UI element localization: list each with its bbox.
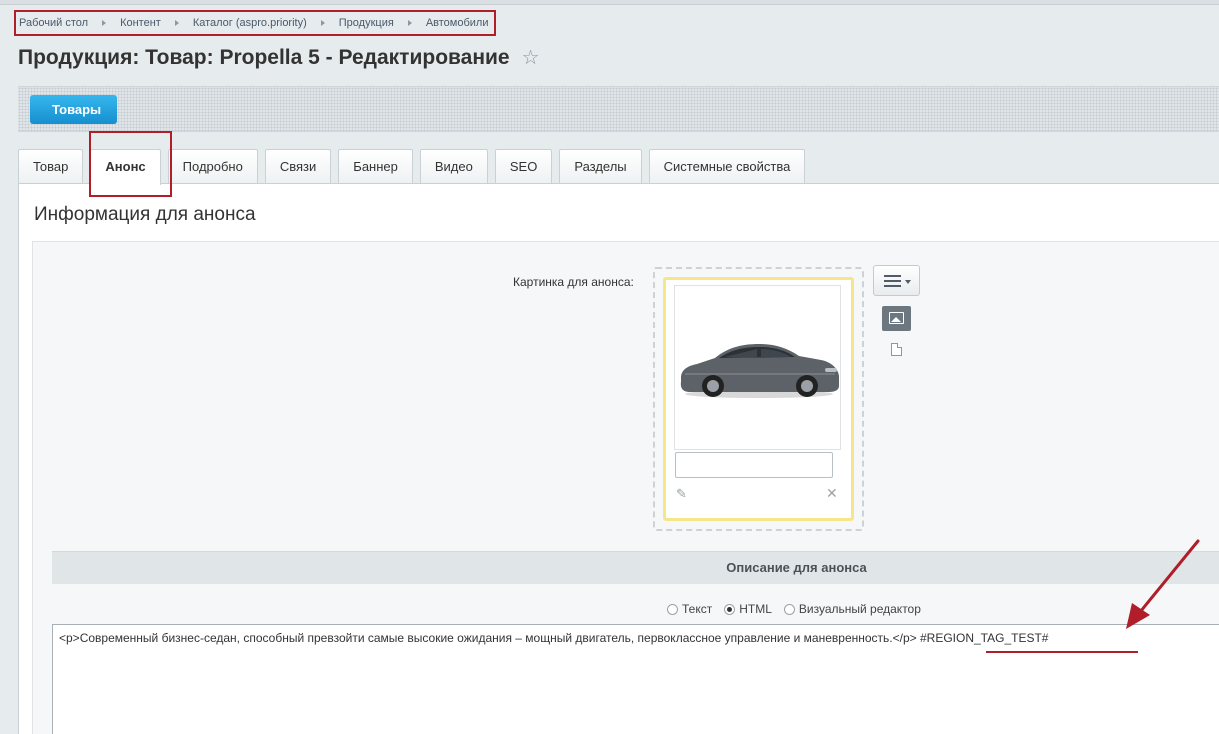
file-icon[interactable] xyxy=(891,343,902,356)
mode-html-radio[interactable] xyxy=(724,603,736,615)
tab-announcement[interactable]: Анонс xyxy=(90,149,161,185)
mode-text-label: Текст xyxy=(682,602,713,616)
page-title-text: Продукция: Товар: Propella 5 - Редактиро… xyxy=(18,45,510,69)
editor-mode-selector: Текст HTML Визуальный редактор xyxy=(667,602,933,616)
breadcrumb-separator-icon xyxy=(320,20,325,26)
chevron-down-icon xyxy=(905,280,911,284)
tag-underline-annotation xyxy=(986,651,1138,653)
picture-label: Картинка для анонса: xyxy=(513,275,634,289)
mode-visual-label: Визуальный редактор xyxy=(798,602,921,616)
description-heading: Описание для анонса xyxy=(726,560,867,575)
back-to-products-button[interactable]: Товары xyxy=(30,95,118,124)
breadcrumb-separator-icon xyxy=(102,20,107,26)
image-frame: ✎ ✕ xyxy=(663,277,854,521)
description-textarea[interactable]: <p>Современный бизнес-седан, способный п… xyxy=(52,624,1219,734)
toolbar: Товары xyxy=(18,86,1219,132)
breadcrumb-item-content[interactable]: Контент xyxy=(120,17,161,29)
breadcrumb-item-catalog[interactable]: Каталог (aspro.priority) xyxy=(193,17,307,29)
breadcrumb: Рабочий стол Контент Каталог (aspro.prio… xyxy=(14,10,497,36)
mode-visual-option[interactable]: Визуальный редактор xyxy=(783,602,921,616)
tab-banner[interactable]: Баннер xyxy=(338,149,413,183)
close-icon[interactable]: ✕ xyxy=(826,485,838,502)
menu-icon xyxy=(884,275,901,290)
mode-html-option[interactable]: HTML xyxy=(724,602,772,616)
mode-html-label: HTML xyxy=(739,602,772,616)
mode-visual-radio[interactable] xyxy=(783,603,795,615)
image-menu-button[interactable] xyxy=(873,265,920,296)
tab-video[interactable]: Видео xyxy=(419,149,488,183)
arrow-annotation-icon xyxy=(1126,539,1200,629)
page-title: Продукция: Товар: Propella 5 - Редактиро… xyxy=(18,45,540,70)
star-icon[interactable]: ☆ xyxy=(522,45,540,70)
mode-text-option[interactable]: Текст xyxy=(667,602,712,616)
description-header: Описание для анонса xyxy=(52,551,1219,584)
car-image-preview[interactable] xyxy=(674,285,841,450)
image-description-input[interactable] xyxy=(675,452,833,478)
tab-seo[interactable]: SEO xyxy=(494,149,553,183)
form-area: Картинка для анонса: ✎ ✕ Описание для ан… xyxy=(32,241,1219,734)
pencil-icon[interactable]: ✎ xyxy=(676,486,687,502)
tab-details[interactable]: Подробно xyxy=(167,149,258,183)
top-border xyxy=(0,0,1219,5)
breadcrumb-item-desktop[interactable]: Рабочий стол xyxy=(19,17,88,29)
tab-system-properties[interactable]: Системные свойства xyxy=(648,149,806,183)
breadcrumb-item-cars[interactable]: Автомобили xyxy=(426,17,489,29)
tab-sections[interactable]: Разделы xyxy=(559,149,642,183)
section-heading: Информация для анонса xyxy=(34,204,256,225)
car-image xyxy=(680,344,839,398)
mode-text-radio[interactable] xyxy=(667,603,678,615)
tab-bar: Товар Анонс Подробно Связи Баннер Видео … xyxy=(18,149,812,185)
image-dropzone[interactable]: ✎ ✕ xyxy=(653,267,864,531)
breadcrumb-separator-icon xyxy=(174,20,179,26)
tab-links[interactable]: Связи xyxy=(264,149,332,183)
tab-product[interactable]: Товар xyxy=(18,149,84,183)
breadcrumb-separator-icon xyxy=(407,20,412,26)
image-icon[interactable] xyxy=(882,306,911,331)
back-button-label: Товары xyxy=(52,102,102,117)
breadcrumb-item-products[interactable]: Продукция xyxy=(339,17,394,29)
